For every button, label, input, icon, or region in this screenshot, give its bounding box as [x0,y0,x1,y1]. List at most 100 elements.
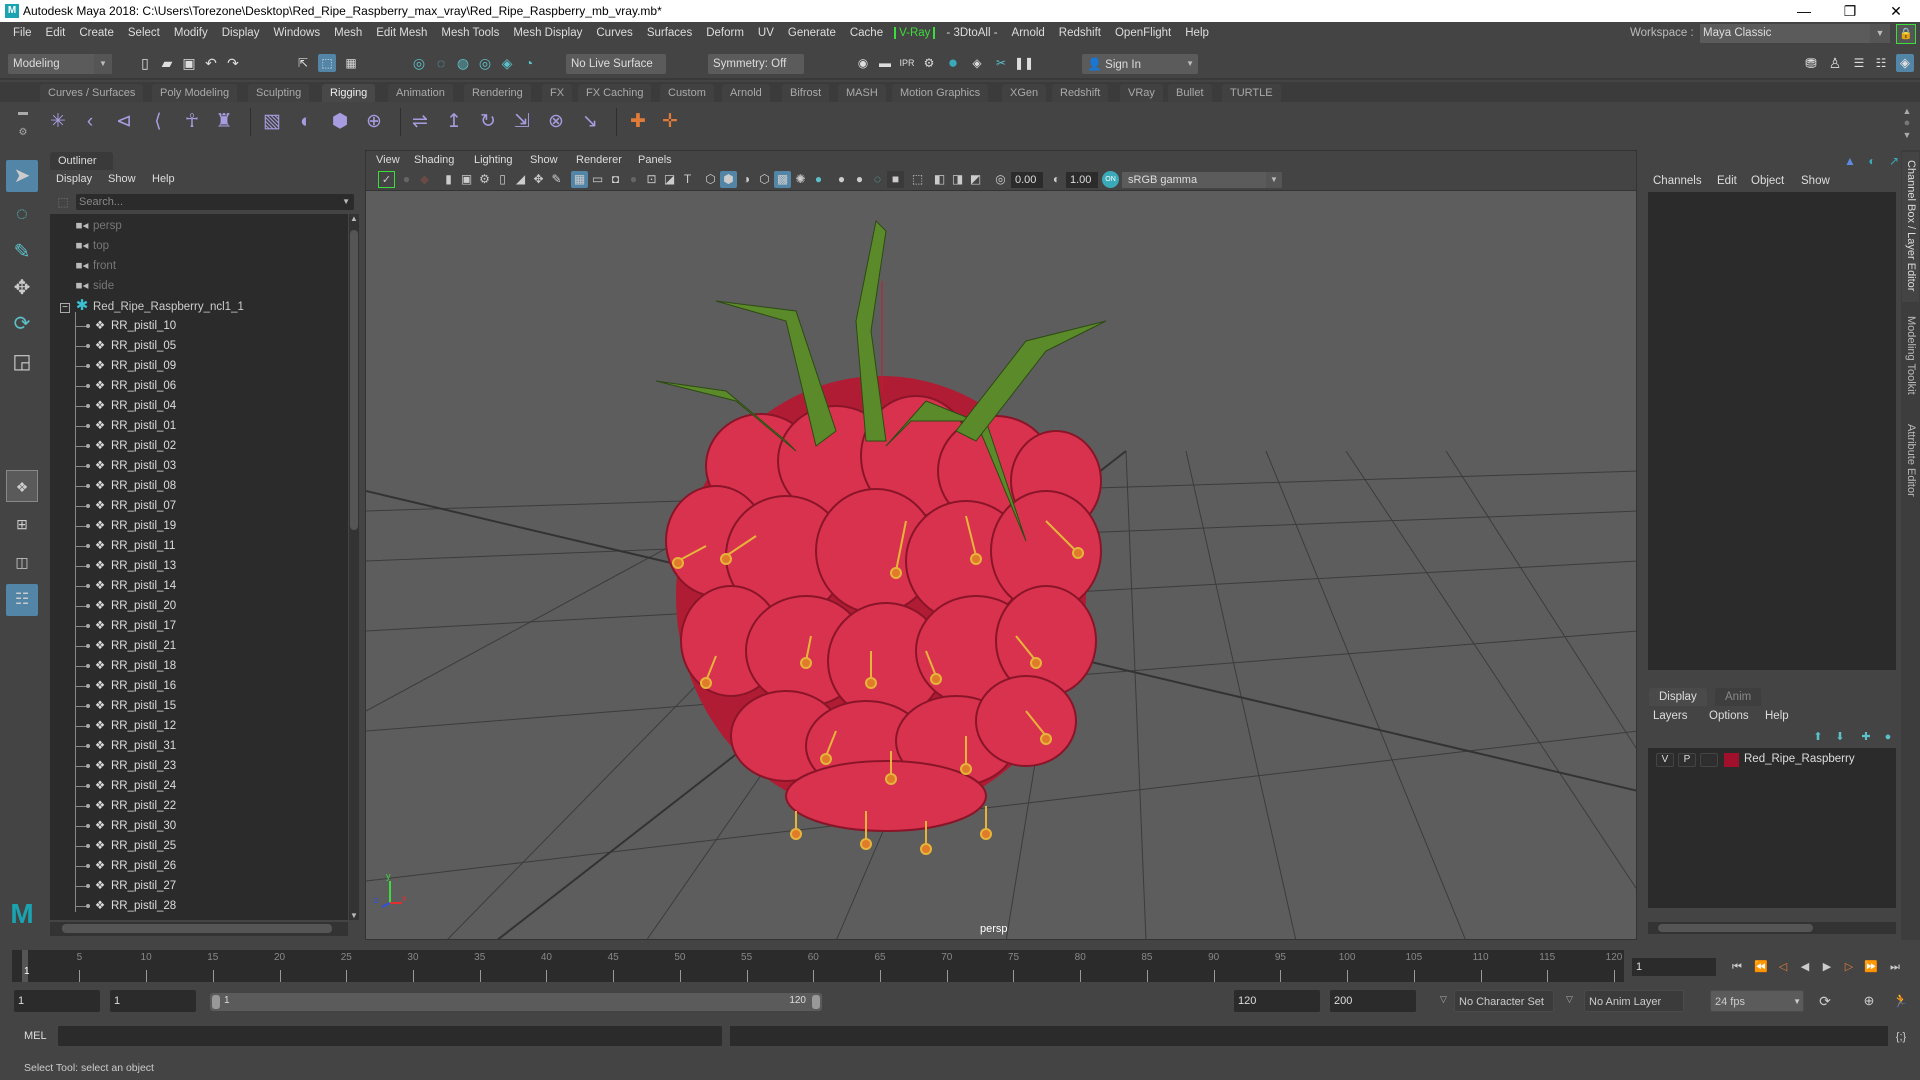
human-ik-icon[interactable]: ♙ [1826,54,1844,72]
undo-icon[interactable]: ↶ [202,54,220,72]
multisample-aa-icon[interactable]: ◌ [869,171,886,188]
menu-windows[interactable]: Windows [266,27,327,39]
channel-box-menu-channels[interactable]: Channels [1653,175,1702,187]
channel-box-menu-object[interactable]: Object [1751,175,1784,187]
pause-render-icon[interactable]: ❚❚ [1014,54,1034,72]
outliner-group-item[interactable]: − ✱ Red_Ripe_Raspberry_ncl1_1 [60,296,244,316]
screen-space-ao-icon[interactable]: ● [833,171,850,188]
workspace-dropdown[interactable]: Maya Classic ▼ [1700,24,1890,43]
textured-icon[interactable]: ▩ [774,171,791,188]
outliner-mesh-item[interactable]: ❖ RR_pistil_08 [92,476,176,496]
collapse-icon[interactable]: − [60,303,70,313]
outliner-mesh-item[interactable]: ❖ RR_pistil_24 [92,776,176,796]
maximize-button[interactable]: ❐ [1828,0,1872,22]
new-layer-from-selection-icon[interactable]: ● [1879,728,1897,746]
channel-box-area[interactable] [1648,192,1896,670]
select-object-icon[interactable]: ⬚ [318,54,336,72]
xray-active-icon[interactable]: ◨ [949,171,966,188]
side-tab-modeling-toolkit[interactable]: Modeling Toolkit [1902,308,1919,412]
aim-constraint-icon[interactable]: ⊗ [544,110,568,134]
bind-skin-icon[interactable]: ▧ [260,110,284,134]
four-view-layout-icon[interactable]: ⊞ [6,508,38,540]
bookmark-icon[interactable]: ▯ [494,171,511,188]
outliner-mesh-item[interactable]: ❖ RR_pistil_01 [92,416,176,436]
range-start-handle[interactable] [212,995,220,1009]
scale-tool-icon[interactable]: ◲ [6,346,38,378]
layer-playback-toggle[interactable]: P [1678,753,1696,767]
redo-icon[interactable]: ↷ [224,54,242,72]
outliner-mesh-item[interactable]: ❖ RR_pistil_12 [92,716,176,736]
outliner-mesh-item[interactable]: ❖ RR_pistil_28 [92,896,176,916]
viewport-scene[interactable]: y x z [366,191,1637,940]
layer-color-swatch[interactable] [1724,753,1739,767]
shelf-tab-animation[interactable]: Animation [388,84,453,102]
snap-grid-icon[interactable]: ◎ [410,54,428,72]
close-button[interactable]: ✕ [1874,0,1918,22]
layer-menu-options[interactable]: Options [1709,710,1749,722]
menu-openflight[interactable]: OpenFlight [1108,27,1178,39]
layer-visibility-toggle[interactable]: V [1656,753,1674,767]
outliner-tab[interactable]: Outliner [50,152,113,170]
menu-mesh-tools[interactable]: Mesh Tools [434,27,506,39]
current-frame-field[interactable]: 1 [1632,958,1716,976]
cluster-icon[interactable]: ⊕ [362,110,386,134]
outliner-vertical-scrollbar[interactable]: ▲ ▼ [349,214,359,920]
scrollbar-thumb[interactable] [350,230,358,530]
color-space-dropdown[interactable]: sRGB gamma ▼ [1122,172,1282,188]
shelf-tab-fx[interactable]: FX [542,84,573,102]
menu-generate[interactable]: Generate [781,27,843,39]
menu-uv[interactable]: UV [751,27,781,39]
shelf-menu-icon[interactable]: ▬ [14,104,32,122]
shelf-tab-sculpting[interactable]: Sculpting [248,84,310,102]
shelf-tab-rigging[interactable]: Rigging [322,84,376,102]
fps-dropdown[interactable]: 24 fps ▼ [1710,990,1804,1012]
attribute-editor-icon[interactable]: ☰ [1850,54,1868,72]
menuset-dropdown[interactable]: Modeling ▼ [8,54,112,74]
exposure-field[interactable]: 0.00 [1011,172,1043,188]
outliner-mesh-item[interactable]: ❖ RR_pistil_17 [92,616,176,636]
human-ik-shelf-icon[interactable]: ♜ [212,110,236,134]
outliner-mesh-item[interactable]: ❖ RR_pistil_27 [92,876,176,896]
animation-preferences-icon[interactable]: 🏃 [1892,992,1910,1010]
play-forwards-icon[interactable]: ▶ [1818,958,1836,976]
outliner-horizontal-scrollbar[interactable] [50,922,348,936]
render-setup-icon[interactable]: ◈ [968,54,986,72]
scroll-down-icon[interactable]: ▼ [350,911,358,920]
viewport-menu-view[interactable]: View [376,154,400,166]
quick-rig-icon[interactable]: ☥ [180,110,204,134]
camera-lock-icon[interactable]: ▣ [458,171,475,188]
outliner-mesh-item[interactable]: ❖ RR_pistil_04 [92,396,176,416]
menu-help[interactable]: Help [1178,27,1216,39]
viewport-menu-shading[interactable]: Shading [414,154,454,166]
symmetry-dropdown[interactable]: Symmetry: Off [708,54,804,74]
viewport-menu-renderer[interactable]: Renderer [576,154,622,166]
scroll-up-icon[interactable]: ▲ [350,214,358,223]
open-scene-icon[interactable]: ▰ [158,54,176,72]
use-all-lights-icon[interactable]: ✺ [792,171,809,188]
image-plane-icon[interactable]: ◢ [512,171,529,188]
outliner-mesh-item[interactable]: ❖ RR_pistil_15 [92,696,176,716]
isolate-icon[interactable]: ● [398,171,415,188]
outliner-menu-show[interactable]: Show [108,173,136,185]
wireframe-on-shaded-icon[interactable]: ⬡ [756,171,773,188]
lasso-tool-icon[interactable]: ◌ [6,198,38,230]
playback-start-field[interactable]: 1 [110,990,196,1012]
menu-edit[interactable]: Edit [39,27,73,39]
lock-icon[interactable]: 🔒 [1896,24,1916,44]
snap-view-icon[interactable]: ◎ [476,54,494,72]
vray-toggle-icon[interactable]: ✓ [378,171,395,188]
shelf-tab-poly-modeling[interactable]: Poly Modeling [152,84,238,102]
shelf-tab-bifrost[interactable]: Bifrost [782,84,830,102]
locator-link-icon[interactable]: ✛ [658,110,682,134]
menu-mesh-display[interactable]: Mesh Display [506,27,589,39]
outliner-mesh-item[interactable]: ❖ RR_pistil_19 [92,516,176,536]
shelf-tab-fx-caching[interactable]: FX Caching [578,84,652,102]
shelf-tab-custom[interactable]: Custom [660,84,714,102]
exposure-icon[interactable]: ◎ [992,171,1009,188]
move-layer-down-icon[interactable]: ⬇ [1831,728,1849,746]
outliner-mesh-item[interactable]: ❖ RR_pistil_02 [92,436,176,456]
camera-select-icon[interactable]: ▮ [440,171,457,188]
grid-toggle-icon[interactable]: ▦ [571,171,588,188]
insert-joint-icon[interactable]: ‹ [78,110,102,134]
shelf-tab-mash[interactable]: MASH [838,84,886,102]
